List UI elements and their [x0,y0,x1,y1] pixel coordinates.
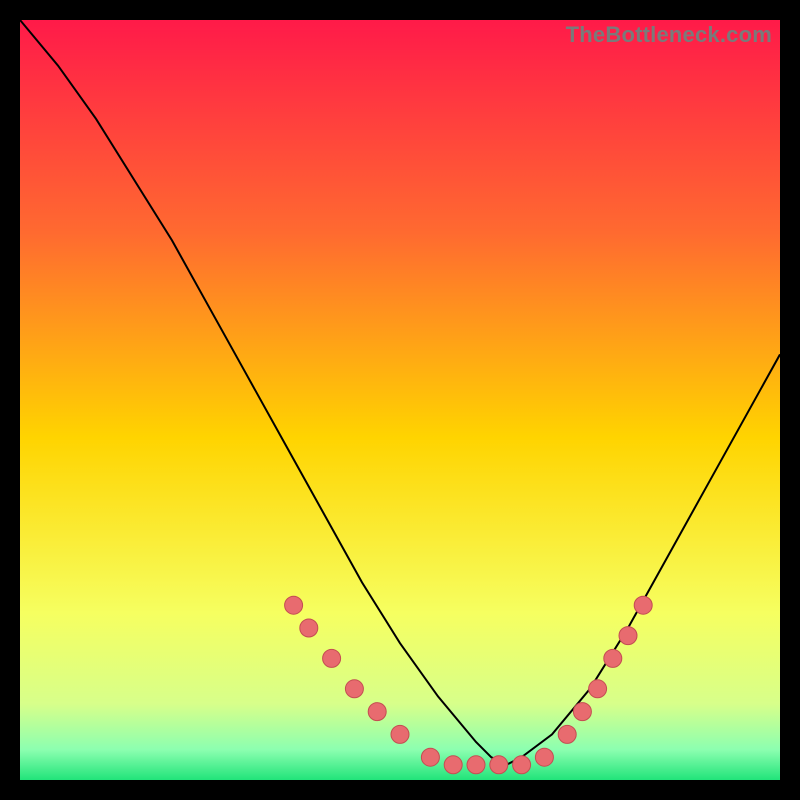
gradient-background [20,20,780,780]
chart-frame: TheBottleneck.com [20,20,780,780]
data-point [323,649,341,667]
data-point [535,748,553,766]
data-point [391,725,409,743]
data-point [467,756,485,774]
data-point [490,756,508,774]
data-point [634,596,652,614]
watermark-text: TheBottleneck.com [566,22,772,48]
data-point [345,680,363,698]
data-point [589,680,607,698]
data-point [368,703,386,721]
data-point [444,756,462,774]
data-point [285,596,303,614]
chart-svg [20,20,780,780]
data-point [619,627,637,645]
data-point [604,649,622,667]
data-point [573,703,591,721]
data-point [513,756,531,774]
data-point [300,619,318,637]
data-point [558,725,576,743]
data-point [421,748,439,766]
